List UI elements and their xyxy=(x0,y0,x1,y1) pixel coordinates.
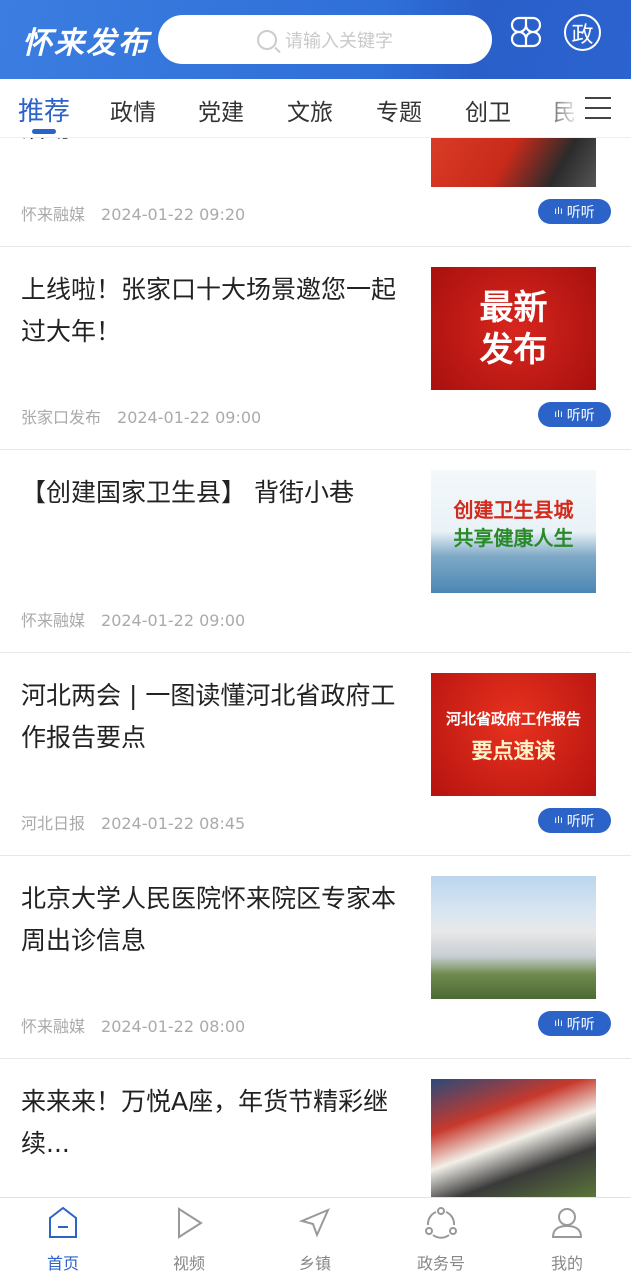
listen-label: 听听 xyxy=(566,813,595,830)
news-meta: 张家口发布 2024-01-22 09:00 xyxy=(21,404,261,428)
nav-home[interactable]: 首页 xyxy=(0,1198,126,1281)
news-list[interactable]: 活动 怀来融媒2024-01-22 09:20 ıIı听听 上线啦！张家口十大场… xyxy=(0,138,631,1197)
news-thumbnail: 河北省政府工作报告 要点速读 xyxy=(431,673,596,796)
news-thumbnail: 创建卫生县城 共享健康人生 xyxy=(431,470,596,593)
tab-culture-travel[interactable]: 文旅 xyxy=(287,93,333,127)
tab-recommend[interactable]: 推荐 xyxy=(18,91,71,134)
news-time: 2024-01-22 09:20 xyxy=(101,205,246,224)
gov-service-button[interactable]: 政 xyxy=(564,14,601,51)
audio-wave-icon: ıIı xyxy=(554,206,563,217)
news-time: 2024-01-22 09:00 xyxy=(101,611,246,630)
news-source: 河北日报 xyxy=(21,814,86,833)
news-meta: 怀来融媒 2024-01-22 09:20 xyxy=(21,201,245,225)
home-icon xyxy=(49,1206,77,1238)
news-meta: 怀来融媒 2024-01-22 09:00 xyxy=(21,607,245,631)
news-title: 活动 xyxy=(21,138,411,150)
nav-label: 视频 xyxy=(172,1254,205,1273)
news-item[interactable]: 北京大学人民医院怀来院区专家本周出诊信息 怀来融媒 2024-01-22 08:0… xyxy=(0,856,631,1059)
news-item[interactable]: 河北两会 | 一图读懂河北省政府工作报告要点 河北省政府工作报告 要点速读 河北日… xyxy=(0,653,631,856)
news-time: 2024-01-22 08:45 xyxy=(101,814,246,833)
news-title: 河北两会 | 一图读懂河北省政府工作报告要点 xyxy=(21,681,396,752)
listen-label: 听听 xyxy=(566,1016,595,1033)
app-logo: 怀来发布 xyxy=(22,26,150,61)
news-title: 北京大学人民医院怀来院区专家本周出诊信息 xyxy=(21,884,397,955)
news-title: 上线啦！张家口十大场景邀您一起过大年！ xyxy=(21,275,397,346)
news-thumbnail xyxy=(431,1079,596,1197)
news-title: 来来来！万悦A座，年货节精彩继续... xyxy=(21,1087,389,1158)
listen-button[interactable]: ıIı 听听 xyxy=(538,1011,611,1036)
navigation-icon xyxy=(299,1208,330,1238)
nav-township[interactable]: 乡镇 xyxy=(252,1198,378,1281)
audio-wave-icon: ıIı xyxy=(554,1018,563,1029)
listen-label: 听听 xyxy=(566,204,595,221)
nav-label: 政务号 xyxy=(416,1254,465,1273)
tab-fade xyxy=(540,79,580,137)
news-item[interactable]: 上线啦！张家口十大场景邀您一起过大年！ 最新 发布 张家口发布 2024-01-22… xyxy=(0,247,631,450)
news-source: 怀来融媒 xyxy=(21,205,86,224)
network-icon xyxy=(425,1207,457,1239)
user-icon xyxy=(551,1208,583,1238)
play-icon xyxy=(178,1207,203,1239)
news-source: 怀来融媒 xyxy=(21,611,86,630)
news-thumbnail xyxy=(431,138,596,187)
listen-button[interactable]: ıIı 听听 xyxy=(538,199,611,224)
app-header: 怀来发布 请输入关键字 政 xyxy=(0,0,631,79)
news-source: 怀来融媒 xyxy=(21,1017,86,1036)
tab-party[interactable]: 党建 xyxy=(198,93,244,127)
search-icon xyxy=(257,29,277,50)
listen-label: 听听 xyxy=(566,407,595,424)
news-time: 2024-01-22 09:00 xyxy=(117,408,262,427)
audio-wave-icon: ıIı xyxy=(554,409,563,420)
news-item[interactable]: 活动 怀来融媒 2024-01-22 09:20 ıIı听听 xyxy=(0,138,631,247)
active-indicator xyxy=(32,129,56,134)
news-meta: 怀来融媒 2024-01-22 08:00 xyxy=(21,1013,245,1037)
news-source: 张家口发布 xyxy=(21,408,102,427)
audio-wave-icon: ıIı xyxy=(554,815,563,826)
category-tabs: 推荐 政情 党建 文旅 专题 创卫 民 xyxy=(0,79,631,138)
news-item[interactable]: 来来来！万悦A座，年货节精彩继续... xyxy=(0,1059,631,1197)
tab-special[interactable]: 专题 xyxy=(376,93,422,127)
nav-label: 我的 xyxy=(550,1254,583,1273)
menu-icon[interactable] xyxy=(585,97,611,119)
news-meta: 河北日报 2024-01-22 08:45 xyxy=(21,810,245,834)
tab-politics[interactable]: 政情 xyxy=(110,93,156,127)
news-thumbnail: 最新 发布 xyxy=(431,267,596,390)
tab-label: 推荐 xyxy=(18,97,71,127)
news-thumbnail xyxy=(431,876,596,999)
news-title: 【创建国家卫生县】 背街小巷 xyxy=(21,478,354,507)
nav-label: 乡镇 xyxy=(298,1254,331,1273)
search-input[interactable]: 请输入关键字 xyxy=(158,15,492,64)
nav-label: 首页 xyxy=(46,1254,79,1273)
search-placeholder: 请输入关键字 xyxy=(285,30,393,52)
listen-button[interactable]: ıIı 听听 xyxy=(538,808,611,833)
nav-video[interactable]: 视频 xyxy=(126,1198,252,1281)
nav-mine[interactable]: 我的 xyxy=(504,1198,630,1281)
nav-gov-accounts[interactable]: 政务号 xyxy=(378,1198,504,1281)
bottom-nav: 首页 视频 乡镇 政务号 我的 xyxy=(0,1197,631,1280)
news-item[interactable]: 【创建国家卫生县】 背街小巷 创建卫生县城 共享健康人生 怀来融媒 2024-01-… xyxy=(0,450,631,653)
tab-hygiene[interactable]: 创卫 xyxy=(465,93,511,127)
listen-button[interactable]: ıIı 听听 xyxy=(538,402,611,427)
apps-icon[interactable] xyxy=(510,16,542,48)
news-time: 2024-01-22 08:00 xyxy=(101,1017,246,1036)
